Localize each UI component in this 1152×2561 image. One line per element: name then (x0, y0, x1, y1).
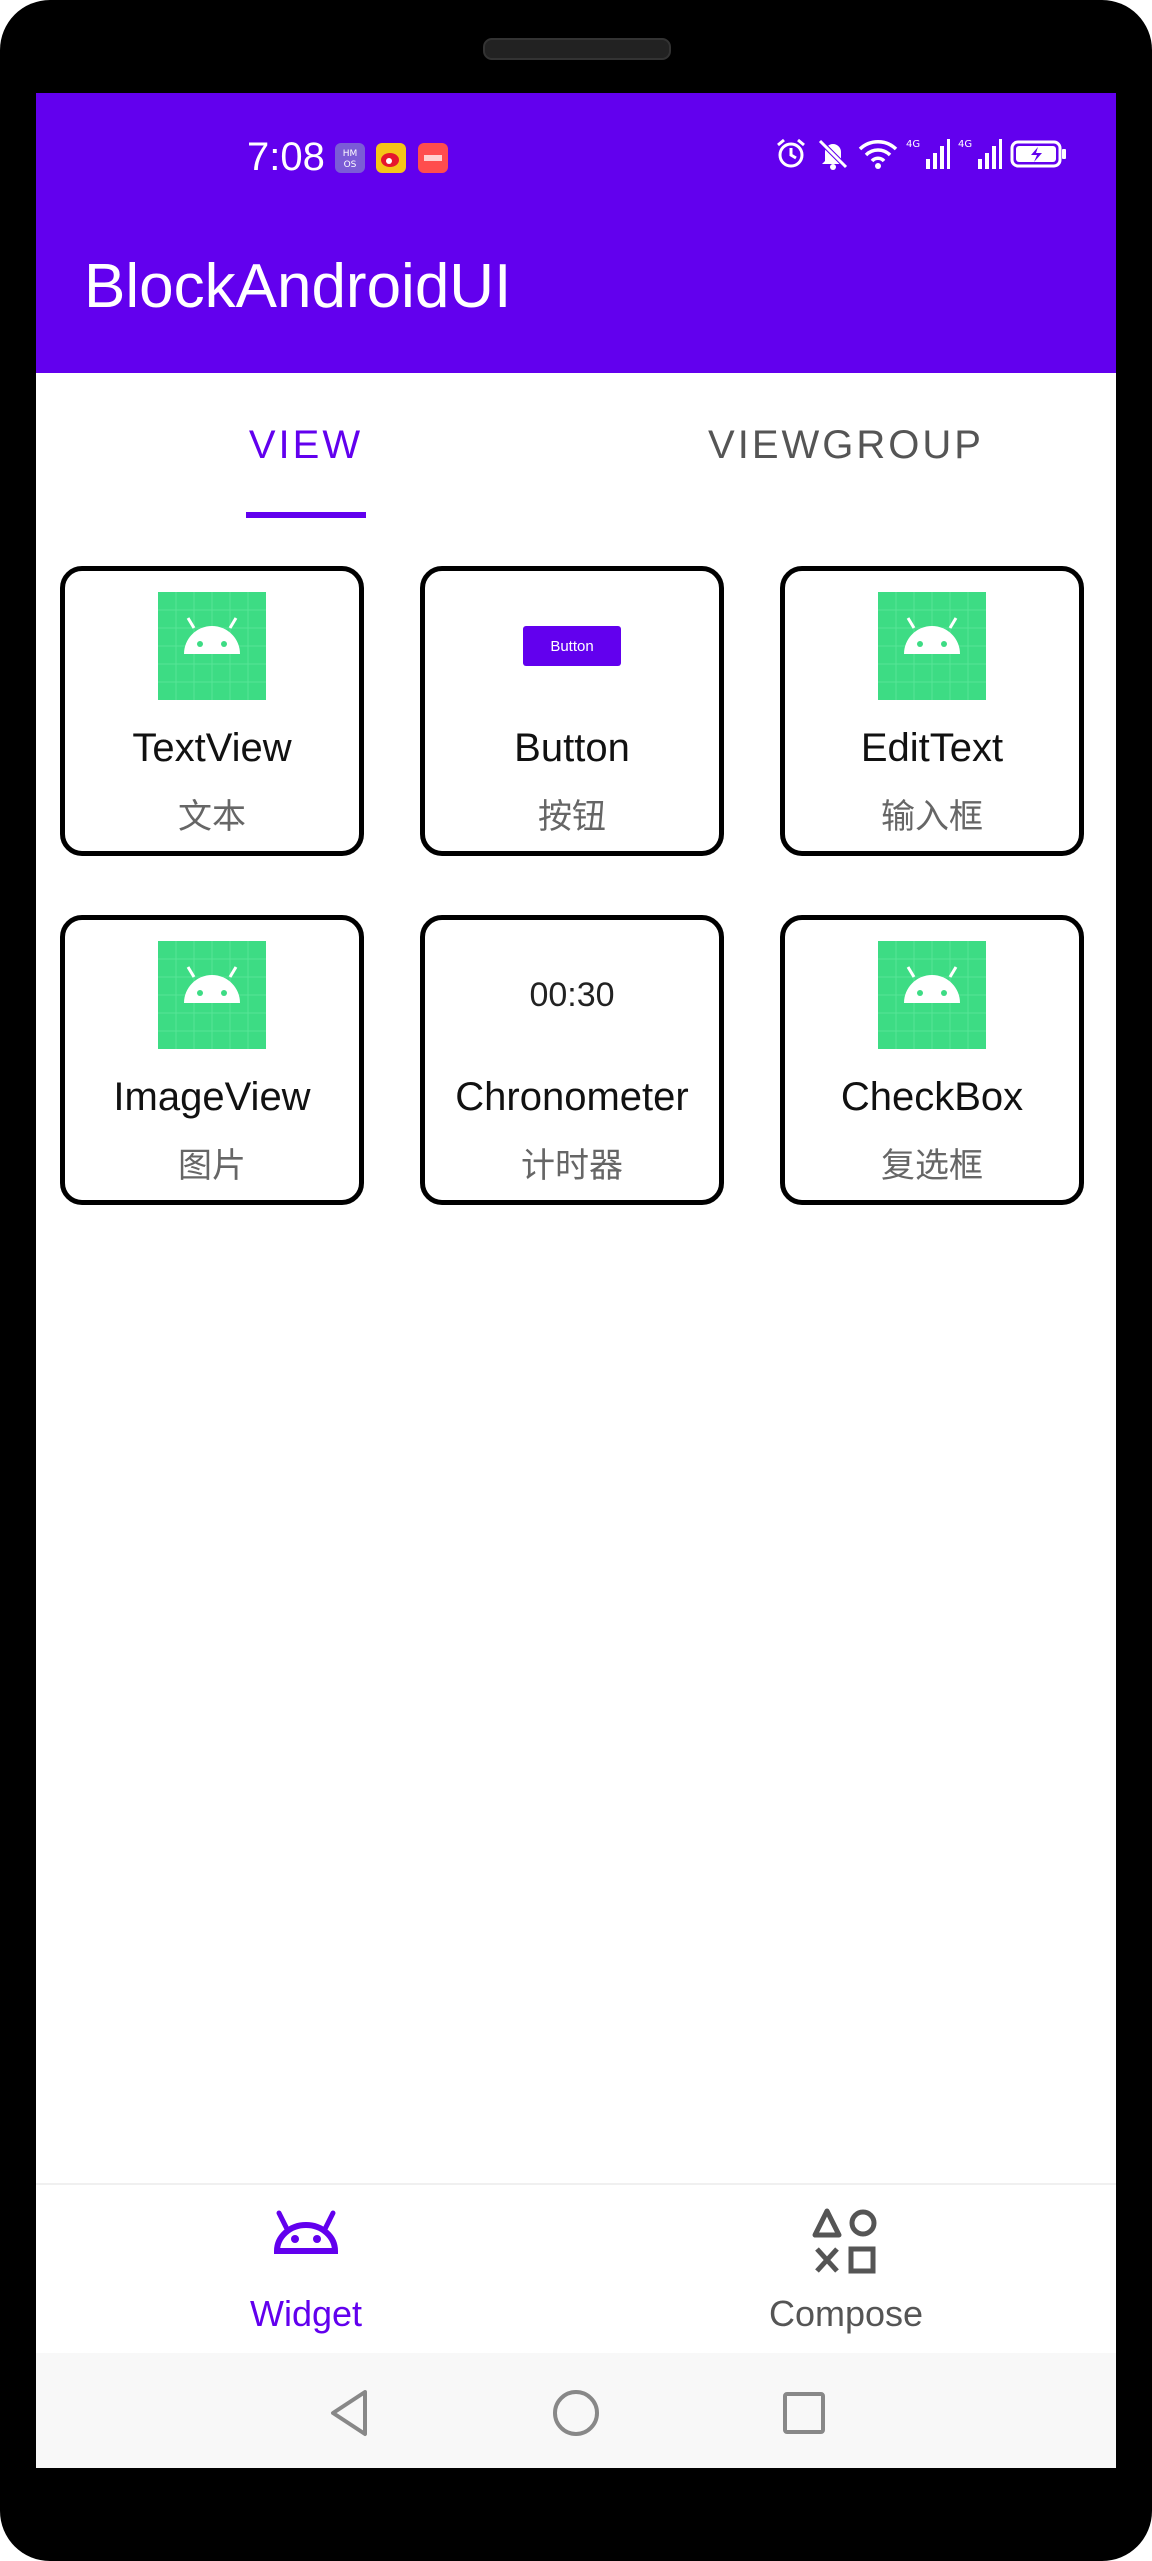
mute-icon (816, 137, 850, 171)
svg-text:4G: 4G (906, 139, 920, 150)
android-image-icon (785, 591, 1079, 701)
phone-frame: 7:08 HM OS 4G 4G BlockAndroidUI VIEW VIE… (0, 0, 1152, 2561)
widget-subtitle: 输入框 (881, 797, 983, 837)
status-icons: 4G 4G (774, 137, 1068, 171)
widget-card-button[interactable]: Button Button 按钮 (420, 566, 724, 856)
bottom-navigation: Widget Compose (36, 2183, 1116, 2355)
widget-subtitle: 按钮 (538, 797, 606, 837)
widget-card-imageview[interactable]: ImageView 图片 (60, 915, 364, 1205)
svg-text:OS: OS (344, 160, 357, 170)
widget-name: ImageView (113, 1075, 311, 1119)
android-image-icon (65, 940, 359, 1050)
nav-label: Compose (768, 2293, 924, 2334)
android-image-icon (65, 591, 359, 701)
widget-subtitle: 计时器 (521, 1146, 623, 1186)
preview-button-label: Button (523, 626, 621, 666)
tab-viewgroup[interactable]: VIEWGROUP (576, 373, 1116, 518)
speaker-grille (483, 38, 671, 60)
screen: 7:08 HM OS 4G 4G BlockAndroidUI VIEW VIE… (36, 93, 1116, 2468)
widget-name: Button (514, 726, 630, 770)
widget-card-checkbox[interactable]: CheckBox 复选框 (780, 915, 1084, 1205)
wifi-icon (858, 137, 898, 171)
app-notification-icon (418, 143, 448, 173)
tab-bar: VIEW VIEWGROUP (36, 373, 1116, 518)
widget-subtitle: 图片 (178, 1146, 246, 1186)
widget-card-edittext[interactable]: EditText 输入框 (780, 566, 1084, 856)
svg-text:4G: 4G (958, 139, 972, 150)
widget-name: TextView (132, 726, 292, 770)
widget-name: CheckBox (840, 1075, 1024, 1119)
widget-name: Chronometer (455, 1075, 689, 1119)
button-preview: Button (425, 591, 719, 701)
android-image-icon (785, 940, 1079, 1050)
app-bar: 7:08 HM OS 4G 4G BlockAndroidUI (36, 93, 1116, 373)
alarm-icon (774, 137, 808, 171)
widget-card-textview[interactable]: TextView 文本 (60, 566, 364, 856)
widget-subtitle: 文本 (178, 797, 246, 837)
signal-4g-icon: 4G (958, 137, 1002, 171)
nav-item-widget[interactable]: Widget (36, 2185, 576, 2355)
android-icon (36, 2207, 576, 2257)
weibo-icon (376, 143, 406, 173)
battery-charging-icon (1010, 137, 1068, 171)
tab-view[interactable]: VIEW (36, 373, 576, 518)
home-icon[interactable] (546, 2383, 606, 2443)
widget-card-chronometer[interactable]: 00:30 Chronometer 计时器 (420, 915, 724, 1205)
tab-label: VIEWGROUP (708, 423, 984, 467)
hmos-icon: HM OS (335, 143, 365, 173)
recents-icon[interactable] (774, 2383, 834, 2443)
chronometer-preview-text: 00:30 (529, 975, 615, 1014)
status-time: 7:08 (247, 135, 325, 179)
app-title: BlockAndroidUI (84, 252, 512, 321)
tab-indicator (246, 512, 366, 518)
tab-label: VIEW (248, 423, 364, 467)
shapes-icon (576, 2207, 1116, 2277)
nav-label: Widget (249, 2293, 363, 2334)
svg-text:HM: HM (343, 149, 358, 159)
widget-name: EditText (860, 726, 1004, 770)
widget-subtitle: 复选框 (881, 1146, 983, 1186)
chronometer-preview: 00:30 (425, 940, 719, 1050)
nav-item-compose[interactable]: Compose (576, 2185, 1116, 2355)
system-navigation (36, 2353, 1116, 2468)
back-icon[interactable] (319, 2383, 379, 2443)
signal-4g-icon: 4G (906, 137, 950, 171)
